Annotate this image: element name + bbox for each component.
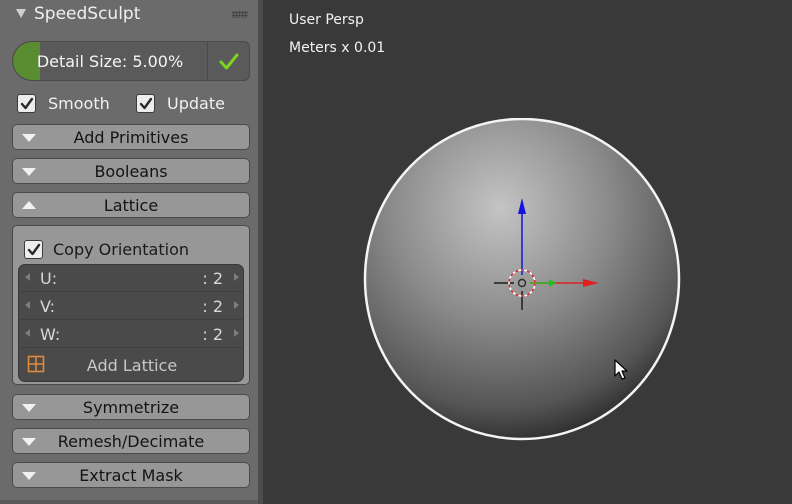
mouse-cursor-icon (614, 359, 628, 380)
check-icon (219, 53, 239, 70)
copy-orientation-label: Copy Orientation (53, 239, 189, 259)
smooth-label: Smooth (48, 93, 110, 113)
field-label: U: (40, 269, 58, 288)
decrement-arrow-icon[interactable] (25, 329, 30, 337)
grip-icon[interactable] (232, 11, 248, 18)
detail-size-label: Detail Size: 5.00% (36, 52, 184, 71)
panel-header[interactable]: SpeedSculpt (0, 0, 258, 30)
checkmark-icon (139, 97, 153, 109)
field-value: : 2 (202, 269, 223, 288)
increment-arrow-icon[interactable] (234, 301, 239, 309)
copy-orientation-checkbox[interactable]: Copy Orientation (24, 238, 189, 260)
3d-viewport[interactable]: User Persp Meters x 0.01 (263, 0, 792, 504)
section-label: Extract Mask (79, 466, 183, 485)
section-label: Symmetrize (82, 398, 180, 417)
panel-title: SpeedSculpt (34, 4, 141, 24)
view-name-label: User Persp (289, 12, 364, 28)
add-lattice-button[interactable]: Add Lattice (19, 349, 243, 381)
smooth-checkbox[interactable]: Smooth (17, 92, 110, 114)
update-label: Update (167, 93, 225, 113)
section-label: Add Primitives (73, 128, 189, 147)
section-label: Remesh/Decimate (57, 432, 205, 451)
section-extract-mask[interactable]: Extract Mask (12, 462, 250, 488)
lattice-v-field[interactable]: V: : 2 (19, 293, 243, 320)
section-add-primitives[interactable]: Add Primitives (12, 124, 250, 150)
section-remesh-decimate[interactable]: Remesh/Decimate (12, 428, 250, 454)
checkbox-box[interactable] (17, 93, 36, 113)
add-lattice-label: Add Lattice (86, 356, 178, 375)
field-value: : 2 (202, 325, 223, 344)
section-label: Booleans (94, 162, 168, 181)
decrement-arrow-icon[interactable] (25, 273, 30, 281)
detail-size-slider[interactable]: Detail Size: 5.00% (12, 41, 208, 81)
field-label: W: (40, 325, 61, 344)
collapse-triangle-icon[interactable] (16, 9, 26, 18)
checkmark-icon (20, 97, 34, 109)
lattice-w-field[interactable]: W: : 2 (19, 321, 243, 348)
checkbox-box[interactable] (24, 239, 43, 259)
decrement-arrow-icon[interactable] (25, 301, 30, 309)
increment-arrow-icon[interactable] (234, 273, 239, 281)
field-value: : 2 (202, 297, 223, 316)
lattice-resolution-fields: U: : 2 V: : 2 W: : 2 Add Lattice (18, 264, 244, 382)
section-booleans[interactable]: Booleans (12, 158, 250, 184)
section-lattice[interactable]: Lattice (12, 192, 250, 218)
section-symmetrize[interactable]: Symmetrize (12, 394, 250, 420)
units-label: Meters x 0.01 (289, 40, 386, 56)
apply-detail-button[interactable] (207, 41, 250, 81)
panel-bottom-divider (0, 500, 258, 504)
checkbox-box[interactable] (136, 93, 155, 113)
lattice-u-field[interactable]: U: : 2 (19, 265, 243, 292)
sphere-mesh[interactable] (363, 118, 681, 442)
update-checkbox[interactable]: Update (136, 92, 225, 114)
field-label: V: (40, 297, 56, 316)
section-label: Lattice (103, 196, 159, 215)
increment-arrow-icon[interactable] (234, 329, 239, 337)
checkmark-icon (27, 243, 41, 255)
speedsculpt-panel: SpeedSculpt Detail Size: 5.00% Smooth Up… (0, 0, 258, 504)
